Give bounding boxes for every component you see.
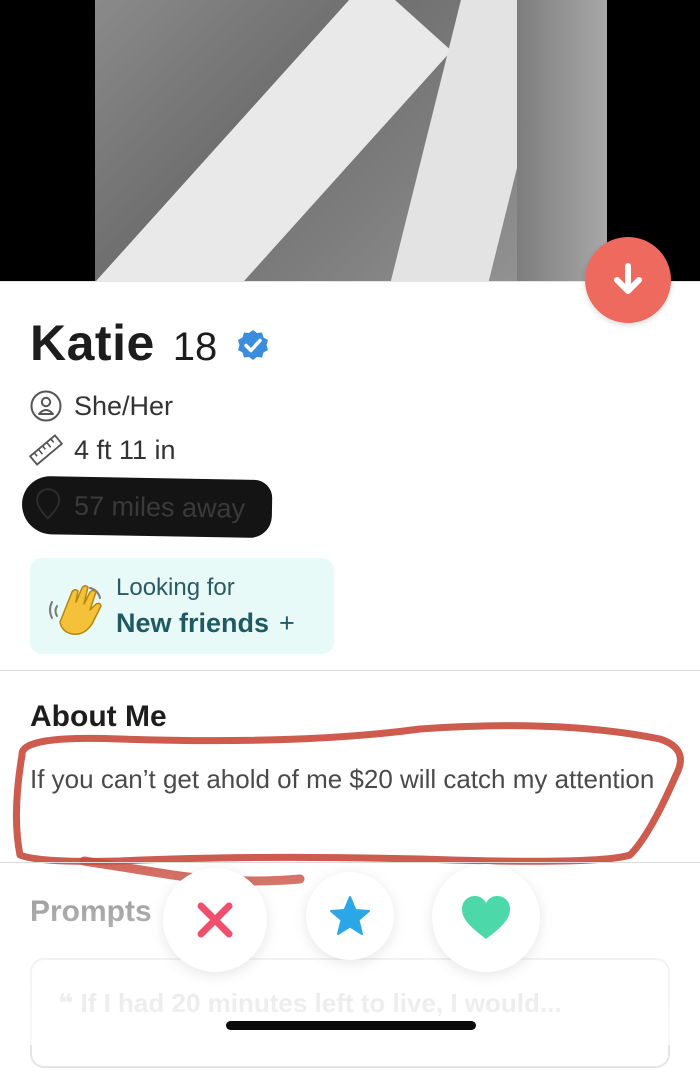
waving-hand-icon [49, 584, 102, 636]
looking-for-value: New friends + [116, 608, 295, 639]
verified-badge-icon[interactable] [235, 328, 271, 369]
name-row: Katie 18 [30, 314, 271, 372]
looking-for-value-text: New friends [116, 608, 270, 638]
pronouns-text: She/Her [74, 390, 174, 421]
location-pin-icon [30, 486, 67, 523]
divider [0, 670, 700, 671]
prompt-text: ❝ If I had 20 minutes left to live, I wo… [58, 988, 562, 1018]
ruler-icon [28, 432, 64, 468]
collapse-profile-button[interactable] [585, 237, 671, 323]
looking-for-card[interactable]: Looking for New friends + [30, 558, 334, 654]
distance-text: 57 miles away [73, 490, 246, 524]
profile-photo-area [0, 0, 700, 281]
heart-icon [462, 896, 510, 939]
nope-button[interactable] [163, 868, 267, 972]
like-button[interactable] [432, 864, 540, 972]
prompts-heading: Prompts [30, 895, 152, 928]
about-me-heading: About Me [30, 700, 167, 733]
plus-icon: + [279, 608, 295, 638]
profile-name: Katie [30, 315, 155, 371]
profile-photo[interactable] [95, 0, 607, 281]
about-me-text: If you can’t get ahold of me $20 will ca… [30, 764, 655, 794]
x-icon [197, 902, 233, 938]
super-like-button[interactable] [306, 872, 394, 960]
star-icon [330, 896, 370, 935]
distance-row: 57 miles away [21, 475, 273, 539]
home-indicator[interactable] [226, 1021, 476, 1030]
looking-for-label: Looking for [116, 574, 235, 601]
height-row: 4 ft 11 in [28, 432, 176, 468]
red-circle-annotation [12, 722, 684, 886]
profile-age: 18 [172, 325, 218, 369]
pronouns-row: She/Her [28, 388, 173, 424]
height-text: 4 ft 11 in [74, 434, 176, 465]
arrow-down-icon [614, 263, 642, 294]
divider [0, 862, 700, 863]
person-icon [28, 388, 64, 424]
